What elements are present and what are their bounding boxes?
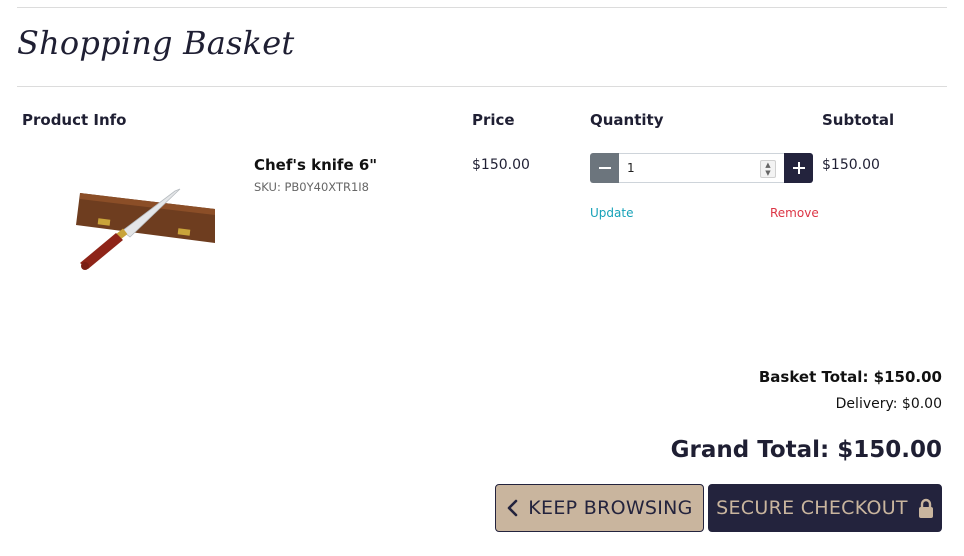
keep-browsing-label: KEEP BROWSING (528, 497, 693, 519)
product-sku: SKU: PB0Y40XTR1I8 (254, 180, 369, 194)
item-price: $150.00 (472, 157, 530, 173)
lock-icon (918, 498, 933, 518)
quantity-spinner[interactable]: ▲ ▼ (760, 160, 776, 178)
basket-total: Basket Total: $150.00 (758, 368, 942, 386)
increase-quantity-button[interactable] (784, 153, 813, 183)
header-quantity: Quantity (590, 111, 664, 129)
title-divider (17, 86, 947, 87)
delivery-cost: Delivery: $0.00 (835, 396, 942, 412)
spinner-down-icon: ▼ (765, 169, 771, 177)
product-name[interactable]: Chef's knife 6" (254, 156, 377, 174)
secure-checkout-label: SECURE CHECKOUT (716, 497, 908, 519)
update-link[interactable]: Update (590, 206, 633, 220)
remove-link[interactable]: Remove (770, 206, 819, 220)
secure-checkout-button[interactable]: SECURE CHECKOUT (708, 484, 942, 532)
grand-total: Grand Total: $150.00 (670, 437, 942, 463)
item-subtotal: $150.00 (822, 157, 880, 173)
minus-icon (598, 167, 611, 169)
plus-icon (792, 162, 805, 174)
quantity-input[interactable]: 1 ▲ ▼ (619, 153, 784, 183)
header-price: Price (472, 111, 515, 129)
decrease-quantity-button[interactable] (590, 153, 619, 183)
top-divider (17, 7, 947, 8)
quantity-value: 1 (627, 161, 635, 175)
quantity-stepper: 1 ▲ ▼ (590, 153, 813, 183)
page-title: Shopping Basket (17, 24, 295, 62)
keep-browsing-button[interactable]: KEEP BROWSING (495, 484, 704, 532)
header-product-info: Product Info (22, 111, 127, 129)
product-image (30, 165, 230, 275)
header-subtotal: Subtotal (822, 111, 895, 129)
chevron-left-icon (507, 499, 518, 517)
spinner-up-icon: ▲ (765, 161, 771, 169)
